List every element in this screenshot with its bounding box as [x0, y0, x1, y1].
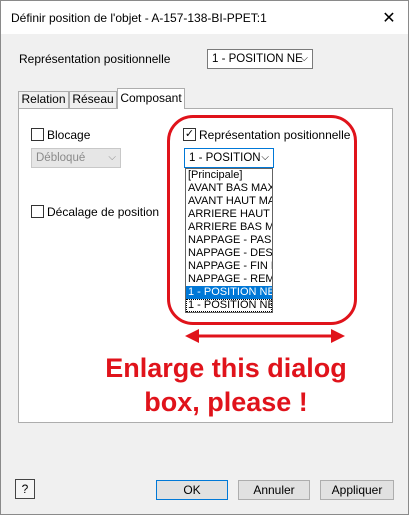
representation-panel-dropdown-value: 1 - POSITION [189, 152, 261, 164]
cancel-button[interactable]: Annuler [238, 480, 310, 500]
representation-dropdown-value: 1 - POSITION NE [212, 53, 303, 65]
list-item[interactable]: NAPPAGE - PASSA [186, 234, 272, 247]
apply-button[interactable]: Appliquer [320, 480, 394, 500]
blocage-label: Blocage [47, 128, 91, 142]
representation-panel-dropdown[interactable]: 1 - POSITION ⌵ [184, 148, 274, 168]
close-icon: ✕ [382, 9, 396, 27]
help-question-icon: ? [21, 482, 29, 496]
help-button[interactable]: ? [15, 479, 35, 499]
blocage-dropdown[interactable]: Débloqué ⌵ [31, 148, 121, 168]
list-item[interactable]: 1 - POSITION NET [186, 299, 272, 312]
tab-reseau[interactable]: Réseau [69, 91, 117, 108]
ok-button[interactable]: OK [156, 480, 228, 500]
checkmark-icon: ✓ [184, 128, 195, 140]
chevron-down-icon: ⌵ [108, 152, 116, 163]
chevron-down-icon: ⌵ [300, 53, 308, 64]
list-item[interactable]: [Principale] [186, 169, 272, 182]
close-button[interactable]: ✕ [373, 4, 405, 31]
chevron-down-icon: ⌵ [261, 152, 269, 163]
representation-label: Représentation positionnelle [19, 52, 171, 66]
annotation-line-2: box, please ! [144, 387, 308, 417]
double-arrow-icon [185, 329, 345, 343]
tab-relation[interactable]: Relation [18, 91, 69, 108]
representation-checkbox[interactable]: ✓ [183, 128, 196, 141]
representation-dropdown[interactable]: 1 - POSITION NE ⌵ [207, 49, 313, 69]
annotation-line-1: Enlarge this dialog [105, 353, 347, 383]
tab-relation-label: Relation [21, 92, 66, 106]
blocage-checkbox[interactable] [31, 128, 44, 141]
list-item[interactable]: ARRIERE HAUT MA [186, 208, 272, 221]
title-bar: Définir position de l'objet - A-157-138-… [1, 1, 408, 34]
list-item[interactable]: NAPPAGE - REMOI [186, 273, 272, 286]
window-title: Définir position de l'objet - A-157-138-… [11, 11, 267, 25]
tab-composant-label: Composant [120, 91, 182, 105]
decalage-label: Décalage de position [47, 205, 160, 219]
representation-panel-label: Représentation positionnelle [199, 128, 351, 142]
representation-options-list[interactable]: [Principale]AVANT BAS MAXIAVANT HAUT MAX… [185, 168, 273, 313]
tab-composant[interactable]: Composant [117, 88, 185, 109]
decalage-checkbox[interactable] [31, 205, 44, 218]
list-item[interactable]: NAPPAGE - DESCE [186, 247, 272, 260]
annotation-text: Enlarge this dialog box, please ! [81, 351, 371, 419]
list-item[interactable]: AVANT HAUT MAX [186, 195, 272, 208]
tab-reseau-label: Réseau [72, 92, 114, 106]
list-item[interactable]: 1 - POSITION NET [186, 286, 272, 299]
list-item[interactable]: NAPPAGE - FIN DE [186, 260, 272, 273]
dialog-window: Définir position de l'objet - A-157-138-… [0, 0, 409, 515]
list-item[interactable]: ARRIERE BAS MAX [186, 221, 272, 234]
list-item[interactable]: AVANT BAS MAXI [186, 182, 272, 195]
blocage-dropdown-value: Débloqué [36, 152, 86, 164]
